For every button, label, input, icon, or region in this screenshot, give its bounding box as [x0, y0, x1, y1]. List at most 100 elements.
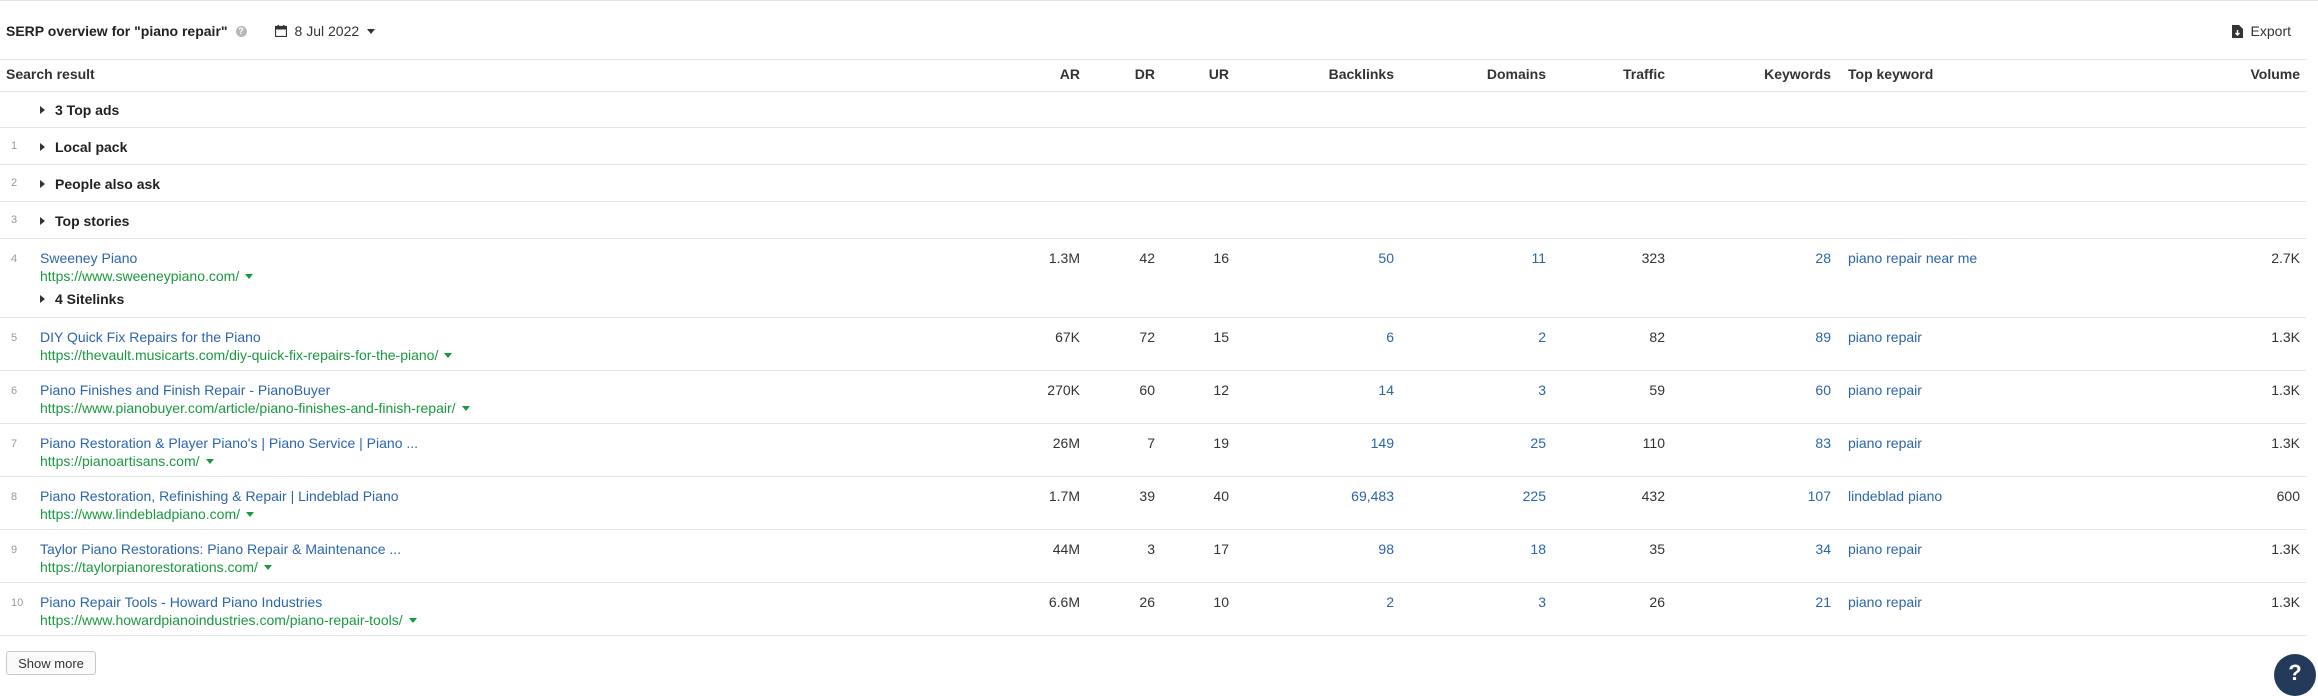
ar-value: 1.7M: [1048, 488, 1080, 504]
result-url-link[interactable]: https://www.sweeneypiano.com/: [40, 268, 254, 284]
top-keyword-link[interactable]: piano repair: [1848, 541, 1922, 557]
col-ur[interactable]: UR: [1169, 66, 1229, 82]
domains-link[interactable]: 2: [1395, 329, 1546, 345]
result-url-text: https://www.lindebladpiano.com/: [40, 506, 240, 522]
traffic-value: 82: [1649, 329, 1665, 345]
result-title-link[interactable]: Piano Repair Tools - Howard Piano Indust…: [40, 594, 322, 610]
help-icon[interactable]: ?: [235, 25, 247, 37]
result-title-link[interactable]: Piano Restoration & Player Piano's | Pia…: [40, 435, 418, 451]
result-title-link[interactable]: Piano Finishes and Finish Repair - Piano…: [40, 382, 330, 398]
ar-value: 26M: [1052, 435, 1080, 451]
row-number: 4: [11, 253, 18, 265]
backlinks-link[interactable]: 14: [1240, 382, 1394, 398]
result-title-link[interactable]: DIY Quick Fix Repairs for the Piano: [40, 329, 261, 345]
domains-link[interactable]: 25: [1395, 435, 1546, 451]
result-url-link[interactable]: https://www.pianobuyer.com/article/piano…: [40, 400, 470, 416]
header-divider-bottom: [0, 91, 2306, 92]
result-title-link[interactable]: Sweeney Piano: [40, 250, 137, 266]
col-keywords[interactable]: Keywords: [1680, 66, 1831, 82]
col-traffic[interactable]: Traffic: [1545, 66, 1665, 82]
chevron-down-icon[interactable]: [461, 405, 470, 411]
keywords-link[interactable]: 107: [1680, 488, 1831, 504]
domains-link[interactable]: 18: [1395, 541, 1546, 557]
top-keyword-link[interactable]: piano repair: [1848, 435, 1922, 451]
ar-value: 1.3M: [1048, 250, 1080, 266]
top-keyword-link[interactable]: piano repair: [1848, 382, 1922, 398]
result-title-link[interactable]: Taylor Piano Restorations: Piano Repair …: [40, 541, 401, 557]
caret-right-icon: [40, 295, 45, 303]
col-top-keyword: Top keyword: [1848, 66, 1934, 82]
row-divider: [0, 370, 2306, 371]
result-url-text: https://pianoartisans.com/: [40, 453, 200, 469]
row-number: 7: [11, 438, 18, 450]
row-divider: [0, 423, 2306, 424]
result-url-link[interactable]: https://www.lindebladpiano.com/: [40, 506, 254, 522]
traffic-value: 110: [1642, 435, 1665, 451]
top-ads-toggle[interactable]: 3 Top ads: [40, 102, 119, 118]
row-divider: [0, 238, 2306, 239]
col-backlinks[interactable]: Backlinks: [1240, 66, 1394, 82]
col-ar[interactable]: AR: [1020, 66, 1080, 82]
backlinks-link[interactable]: 149: [1240, 435, 1394, 451]
top-keyword-link[interactable]: piano repair near me: [1848, 250, 1977, 266]
result-url-link[interactable]: https://pianoartisans.com/: [40, 453, 214, 469]
result-url-text: https://www.sweeneypiano.com/: [40, 268, 240, 284]
chevron-down-icon[interactable]: [408, 617, 417, 623]
chevron-down-icon[interactable]: [444, 352, 453, 358]
top-keyword-link[interactable]: piano repair: [1848, 329, 1922, 345]
result-title-link[interactable]: Piano Restoration, Refinishing & Repair …: [40, 488, 399, 504]
row-number: 5: [11, 332, 18, 344]
sitelinks-toggle[interactable]: 4 Sitelinks: [40, 291, 124, 307]
chevron-down-icon[interactable]: [263, 564, 272, 570]
backlinks-link[interactable]: 2: [1240, 594, 1394, 610]
domains-link[interactable]: 11: [1395, 250, 1546, 266]
top-keyword-link[interactable]: lindeblad piano: [1848, 488, 1942, 504]
top-stories-toggle[interactable]: Top stories: [40, 213, 129, 229]
chevron-down-icon[interactable]: [245, 273, 254, 279]
help-chat-button[interactable]: ?: [2274, 654, 2316, 696]
page-title: SERP overview for "piano repair": [6, 23, 228, 39]
result-url-link[interactable]: https://thevault.musicarts.com/diy-quick…: [40, 347, 453, 363]
domains-link[interactable]: 225: [1395, 488, 1546, 504]
keywords-link[interactable]: 60: [1680, 382, 1831, 398]
keywords-link[interactable]: 34: [1680, 541, 1831, 557]
result-url-text: https://www.pianobuyer.com/article/piano…: [40, 400, 456, 416]
result-url-link[interactable]: https://taylorpianorestorations.com/: [40, 559, 272, 575]
ur-value: 19: [1213, 435, 1229, 451]
row-divider: [0, 529, 2306, 530]
chevron-down-icon[interactable]: [246, 511, 254, 517]
domains-link[interactable]: 3: [1395, 594, 1546, 610]
backlinks-link[interactable]: 50: [1240, 250, 1394, 266]
show-more-button[interactable]: Show more: [6, 651, 96, 675]
col-dr[interactable]: DR: [1095, 66, 1155, 82]
volume-value: 600: [2276, 488, 2300, 504]
traffic-value: 432: [1641, 488, 1665, 504]
export-icon: [2231, 24, 2243, 38]
result-url-link[interactable]: https://www.howardpianoindustries.com/pi…: [40, 612, 417, 628]
backlinks-link[interactable]: 69,483: [1240, 488, 1394, 504]
caret-right-icon: [40, 180, 45, 188]
domains-link[interactable]: 3: [1395, 382, 1546, 398]
date-label: 8 Jul 2022: [294, 23, 360, 39]
keywords-link[interactable]: 21: [1680, 594, 1831, 610]
ur-value: 10: [1213, 594, 1229, 610]
keywords-link[interactable]: 28: [1680, 250, 1831, 266]
row-number: 3: [11, 214, 18, 226]
export-button[interactable]: Export: [2231, 19, 2291, 43]
traffic-value: 323: [1641, 250, 1665, 266]
top-keyword-link[interactable]: piano repair: [1848, 594, 1922, 610]
local-pack-toggle[interactable]: Local pack: [40, 139, 127, 155]
backlinks-link[interactable]: 6: [1240, 329, 1394, 345]
keywords-link[interactable]: 83: [1680, 435, 1831, 451]
chevron-down-icon[interactable]: [205, 458, 214, 464]
date-picker[interactable]: 8 Jul 2022: [274, 23, 376, 39]
volume-value: 1.3K: [2271, 435, 2300, 451]
backlinks-link[interactable]: 98: [1240, 541, 1394, 557]
dr-value: 39: [1139, 488, 1155, 504]
keywords-link[interactable]: 89: [1680, 329, 1831, 345]
row-number: 10: [11, 597, 24, 609]
dr-value: 7: [1147, 435, 1155, 451]
people-also-ask-toggle[interactable]: People also ask: [40, 176, 160, 192]
col-domains[interactable]: Domains: [1395, 66, 1546, 82]
col-volume[interactable]: Volume: [2180, 66, 2300, 82]
